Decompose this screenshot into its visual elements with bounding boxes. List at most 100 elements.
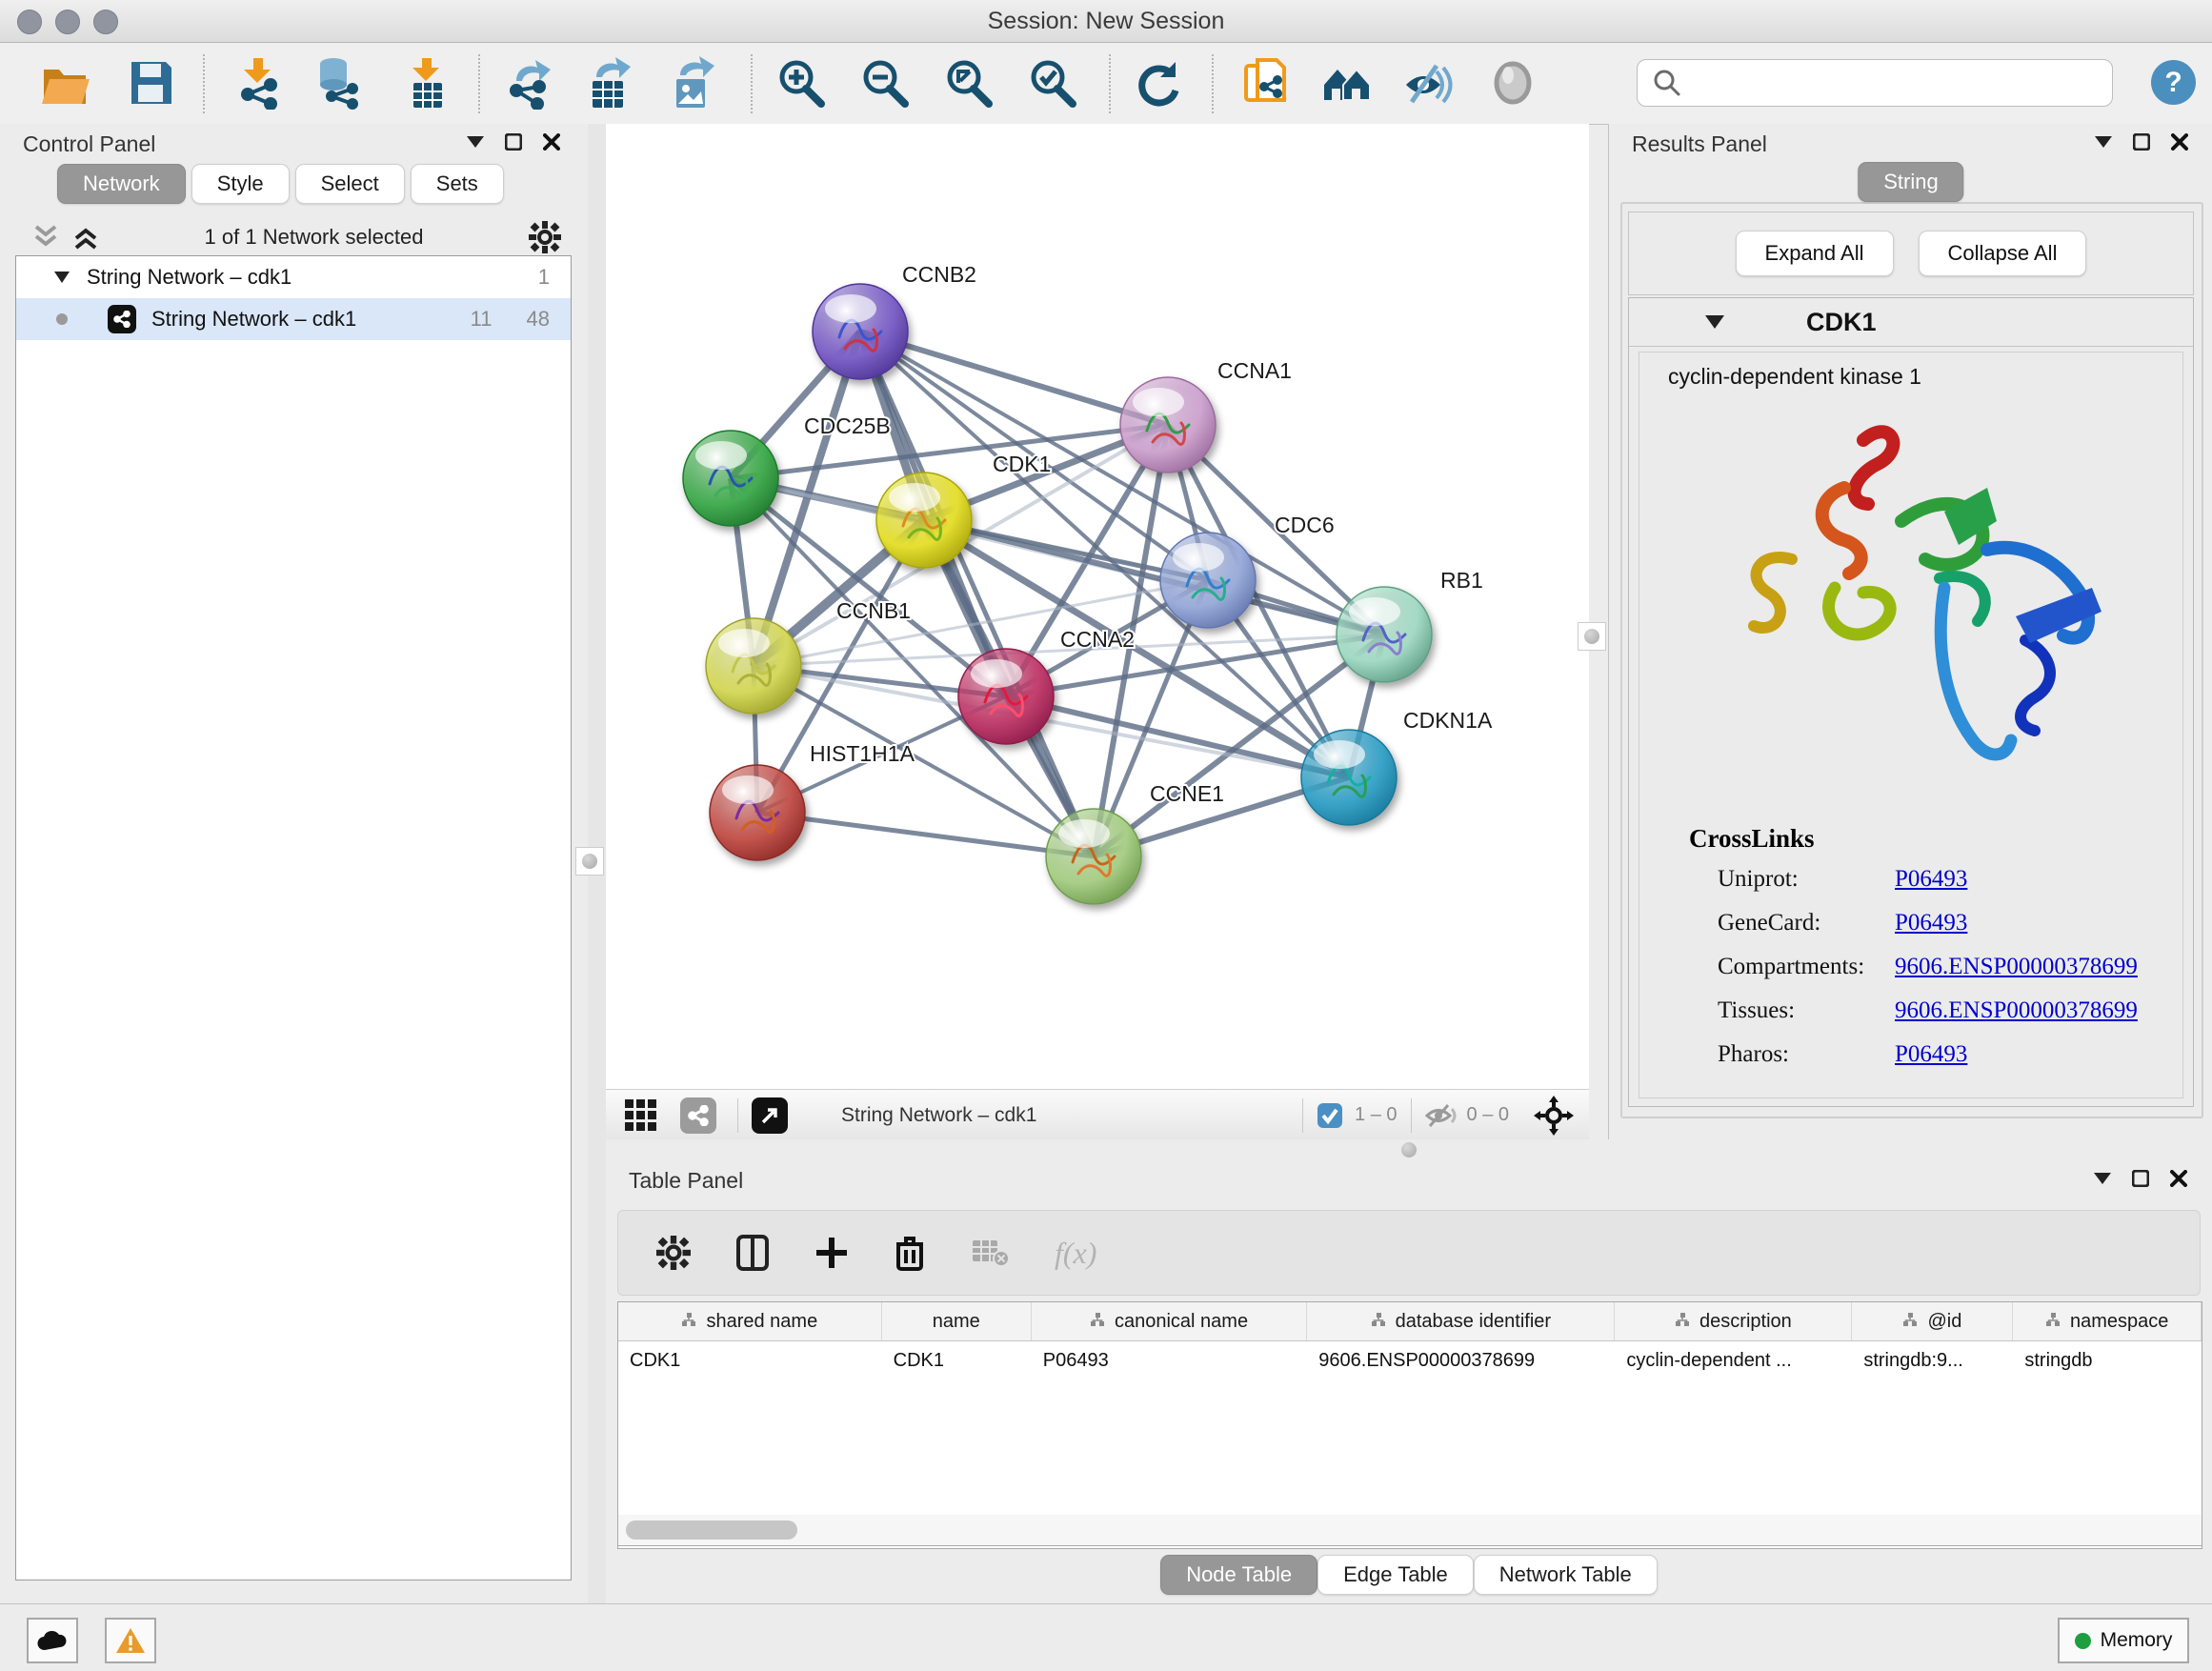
search-input[interactable] (1683, 70, 2112, 95)
export-image-icon[interactable] (665, 56, 718, 110)
panel-float-icon[interactable] (2130, 1168, 2151, 1189)
selected-checkbox-icon[interactable] (1317, 1102, 1343, 1129)
edge-CCNB2-CCNE1[interactable] (860, 332, 1094, 856)
crosslink-row: GeneCard:P06493 (1639, 901, 2182, 945)
tab-sets[interactable]: Sets (411, 164, 504, 204)
control-panel: Control Panel NetworkStyleSelectSets 1 o… (0, 124, 588, 1603)
crosslink-row: Pharos:P06493 (1639, 1033, 2182, 1077)
add-column-icon[interactable] (814, 1236, 849, 1270)
horizontal-splitter[interactable] (606, 1139, 2212, 1160)
table-settings-gear-icon[interactable] (656, 1236, 691, 1270)
network-graph[interactable]: CCNB2CCNA1CDC25BCDK1CDC6RB1CCNB1CCNA2CDK… (606, 124, 1589, 1089)
network-list-header: 1 of 1 Network selected (0, 215, 588, 259)
zoom-out-icon[interactable] (857, 56, 911, 110)
import-network-icon[interactable] (232, 56, 286, 110)
crosslink-link[interactable]: 9606.ENSP00000378699 (1895, 997, 2138, 1024)
tab-network[interactable]: Network (57, 164, 186, 204)
help-glyph: ? (2164, 67, 2182, 99)
node-table: shared namename canonical name database id… (617, 1301, 2202, 1549)
right-splitter-handle[interactable] (1578, 622, 1606, 651)
table-row[interactable]: CDK1CDK1P064939606.ENSP00000378699cyclin… (618, 1341, 2202, 1379)
section-expander-icon[interactable] (1705, 315, 1724, 329)
cloud-button[interactable] (27, 1618, 78, 1663)
export-network-icon[interactable] (503, 56, 556, 110)
expand-collapse-box: Expand All Collapse All (1628, 211, 2194, 295)
search-field[interactable] (1637, 59, 2113, 107)
collapse-all-button[interactable]: Collapse All (1919, 231, 2087, 276)
show-columns-icon[interactable] (736, 1235, 769, 1271)
panel-float-icon[interactable] (503, 131, 524, 152)
share-document-icon[interactable] (1240, 56, 1294, 110)
delete-column-icon[interactable] (895, 1235, 925, 1271)
control-panel-tabs: NetworkStyleSelectSets (57, 164, 504, 204)
collapse-all-icon[interactable] (32, 225, 59, 250)
network-row[interactable]: String Network – cdk1 11 48 (16, 298, 571, 340)
panel-close-icon[interactable] (2168, 1168, 2189, 1189)
pan-crosshair-icon[interactable] (1534, 1096, 1574, 1136)
tab-network-table[interactable]: Network Table (1474, 1555, 1658, 1595)
warning-button[interactable] (105, 1618, 156, 1663)
expand-all-button[interactable]: Expand All (1736, 231, 1894, 276)
panel-close-icon[interactable] (2169, 131, 2190, 152)
panel-close-icon[interactable] (541, 131, 562, 152)
panel-menu-icon[interactable] (2093, 131, 2114, 152)
grid-view-icon[interactable] (623, 1097, 659, 1134)
gear-icon[interactable] (529, 221, 561, 253)
import-network-from-database-icon[interactable] (312, 56, 366, 110)
collection-count: 1 (538, 265, 550, 290)
column-header-namespace[interactable]: namespace (2013, 1302, 2202, 1340)
refresh-icon[interactable] (1132, 56, 1185, 110)
crosslink-link[interactable]: P06493 (1895, 910, 1967, 936)
column-header-description[interactable]: description (1615, 1302, 1852, 1340)
tree-expander-icon[interactable] (54, 272, 70, 283)
expand-all-icon[interactable] (72, 225, 99, 250)
zoom-selected-icon[interactable] (1025, 56, 1078, 110)
panel-menu-icon[interactable] (465, 131, 486, 152)
gene-section-header[interactable]: CDK1 (1629, 298, 2193, 347)
hide-unhide-icon[interactable] (1402, 56, 1456, 110)
network-canvas[interactable]: CCNB2CCNA1CDC25BCDK1CDC6RB1CCNB1CCNA2CDK… (606, 124, 1589, 1089)
cloud-icon (37, 1630, 68, 1651)
node-CDKN1A[interactable]: CDKN1A (1301, 708, 1493, 825)
table-horizontal-scrollbar[interactable] (617, 1515, 2202, 1546)
panel-float-icon[interactable] (2131, 131, 2152, 152)
tab-select[interactable]: Select (295, 164, 405, 204)
tab-edge-table[interactable]: Edge Table (1317, 1555, 1474, 1595)
node-HIST1H1A[interactable]: HIST1H1A (710, 741, 915, 860)
node-CCNA1[interactable]: CCNA1 (1120, 358, 1292, 473)
eye-icon[interactable] (1486, 56, 1539, 110)
tab-node-table[interactable]: Node Table (1160, 1555, 1317, 1595)
zoom-fit-icon[interactable] (941, 56, 995, 110)
help-button[interactable]: ? (2151, 60, 2196, 105)
zoom-in-icon[interactable] (774, 56, 827, 110)
gene-details: cyclin-dependent kinase 1 (1639, 352, 2183, 1098)
node-RB1[interactable]: RB1 (1337, 568, 1483, 682)
import-table-icon[interactable] (400, 56, 453, 110)
panel-menu-icon[interactable] (2092, 1168, 2113, 1189)
node-CCNE1[interactable]: CCNE1 (1046, 781, 1224, 904)
network-badge-icon[interactable] (680, 1097, 716, 1134)
network-collection-row[interactable]: String Network – cdk1 1 (16, 256, 571, 298)
column-header-name[interactable]: name (882, 1302, 1032, 1340)
edge-HIST1H1A-CCNE1[interactable] (757, 813, 1094, 856)
scrollbar-thumb[interactable] (626, 1520, 797, 1540)
birdseye-view-icon[interactable] (752, 1097, 788, 1134)
tab-label: Network Table (1499, 1562, 1632, 1587)
tab-string[interactable]: String (1858, 162, 1963, 202)
column-header-database-identifier[interactable]: database identifier (1307, 1302, 1615, 1340)
edge-CDK1-RB1[interactable] (924, 520, 1384, 634)
column-header-@id[interactable]: @id (1852, 1302, 2013, 1340)
save-session-icon[interactable] (124, 56, 177, 110)
tab-style[interactable]: Style (191, 164, 290, 204)
crosslink-link[interactable]: P06493 (1895, 1041, 1967, 1068)
crosslink-link[interactable]: 9606.ENSP00000378699 (1895, 954, 2138, 980)
column-header-shared-name[interactable]: shared name (618, 1302, 882, 1340)
homes-icon[interactable] (1320, 56, 1374, 110)
column-header-canonical-name[interactable]: canonical name (1032, 1302, 1308, 1340)
export-table-icon[interactable] (581, 56, 634, 110)
crosslink-link[interactable]: P06493 (1895, 866, 1967, 893)
open-session-icon[interactable] (38, 56, 91, 110)
left-splitter-handle[interactable] (575, 847, 604, 876)
memory-button[interactable]: Memory (2058, 1618, 2189, 1663)
column-label: canonical name (1115, 1311, 1248, 1333)
